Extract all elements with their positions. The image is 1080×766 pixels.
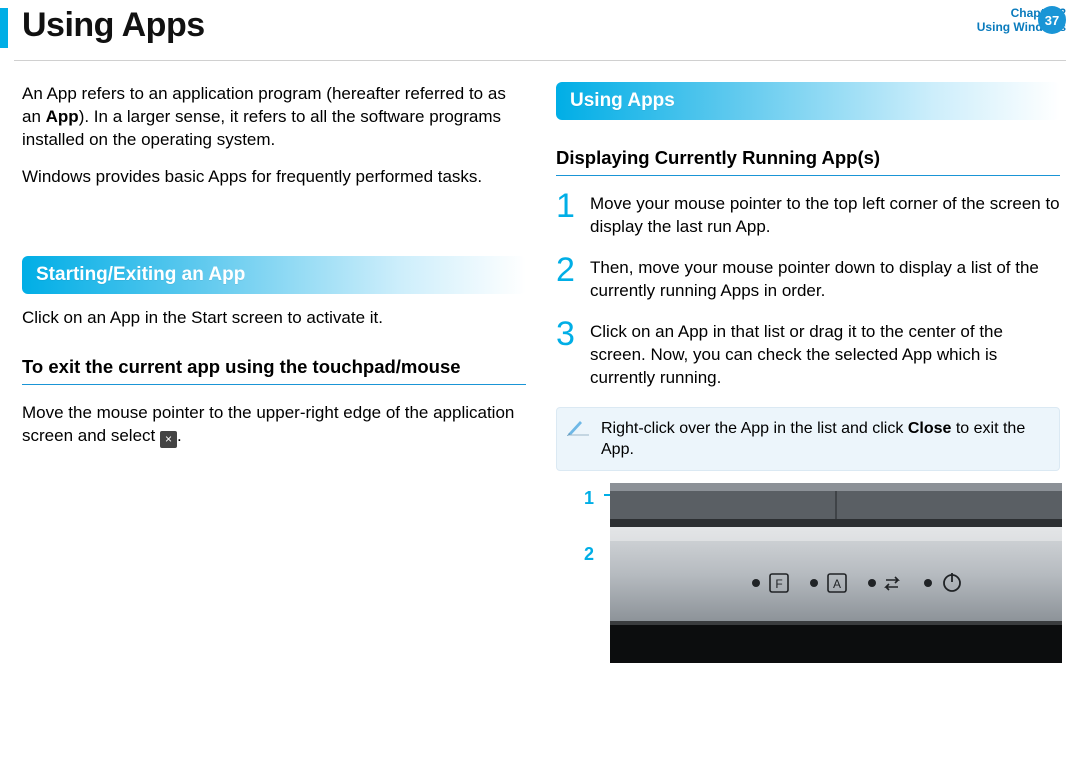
close-icon: ×: [160, 431, 177, 448]
callout-2-label: 2: [584, 543, 594, 566]
starting-text: Click on an App in the Start screen to a…: [22, 306, 526, 329]
step-2: 2 Then, move your mouse pointer down to …: [556, 256, 1060, 302]
sub-heading-rule: [22, 384, 526, 385]
right-column: Using Apps Displaying Currently Running …: [556, 82, 1060, 673]
laptop-svg: F A: [546, 483, 1062, 673]
step-number: 2: [556, 256, 578, 302]
sub-heading-rule-2: [556, 175, 1060, 176]
note-box: Right-click over the App in the list and…: [556, 407, 1060, 471]
fn-lock-icon: F: [775, 577, 782, 591]
step-text: Move your mouse pointer to the top left …: [590, 192, 1060, 238]
step-text: Click on an App in that list or drag it …: [590, 320, 1060, 389]
page-number-badge: 37: [1038, 6, 1066, 34]
left-column: An App refers to an application program …: [22, 82, 526, 462]
step-number: 1: [556, 192, 578, 238]
section-banner-starting-exiting: Starting/Exiting an App: [22, 256, 526, 294]
exit-text: Move the mouse pointer to the upper-righ…: [22, 401, 526, 448]
caps-lock-icon: A: [833, 577, 841, 591]
device-illustration: 1 2: [546, 483, 1060, 673]
section-banner-using-apps: Using Apps: [556, 82, 1060, 120]
page-title: Using Apps: [22, 6, 205, 45]
step-text: Then, move your mouse pointer down to di…: [590, 256, 1060, 302]
header-rule: [14, 60, 1066, 61]
step-number: 3: [556, 320, 578, 389]
step-3: 3 Click on an App in that list or drag i…: [556, 320, 1060, 389]
intro-paragraph-2: Windows provides basic Apps for frequent…: [22, 165, 526, 188]
callout-1-label: 1: [584, 487, 594, 510]
sub-heading-exit: To exit the current app using the touchp…: [22, 355, 526, 378]
intro-paragraph-1: An App refers to an application program …: [22, 82, 526, 151]
step-1: 1 Move your mouse pointer to the top lef…: [556, 192, 1060, 238]
note-icon: [567, 418, 591, 436]
header-accent-bar: [0, 8, 8, 48]
sub-heading-display-running: Displaying Currently Running App(s): [556, 146, 1060, 169]
header-right: Chapter 2 Using Windows 37: [977, 6, 1066, 34]
